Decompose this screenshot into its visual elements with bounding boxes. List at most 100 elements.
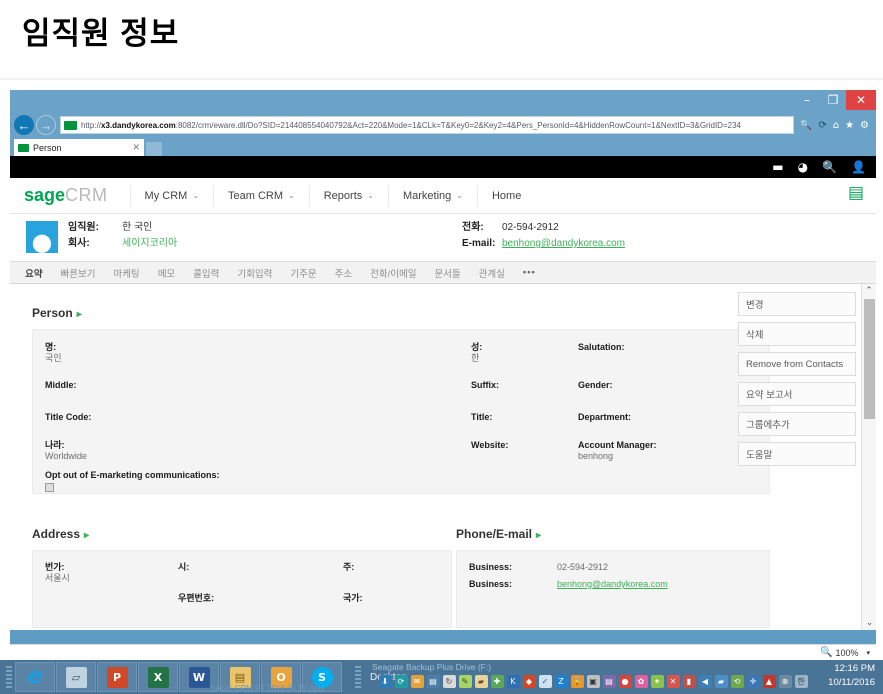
opt-out-checkbox[interactable] (45, 483, 54, 492)
taskbar-notepad[interactable]: ▱ (56, 662, 96, 692)
zoom-control[interactable]: 🔍 100% ▾ (820, 647, 870, 658)
nav-item-reports[interactable]: Reports ⌄ (308, 184, 388, 207)
network-icon[interactable]: ▰ (714, 674, 728, 688)
tab-notes[interactable]: 메모 (149, 266, 184, 280)
printer-icon[interactable]: ▤ (602, 674, 616, 688)
taskbar-grip[interactable] (6, 666, 12, 688)
leaf-icon[interactable]: ✦ (650, 674, 664, 688)
browser-titlebar: – ❐ ✕ (10, 90, 876, 112)
tab-call-entry[interactable]: 콜입력 (184, 266, 228, 280)
volume-icon[interactable]: ◀ (698, 674, 712, 688)
address-input[interactable]: http://x3.dandykorea.com:8082/crm/eware.… (60, 116, 794, 134)
field-business-email-value: benhong@dandykorea.com (557, 579, 668, 590)
new-record-icon[interactable]: ▤ (848, 185, 864, 202)
favorites-star-icon[interactable]: ★ (845, 120, 854, 131)
nav-item-my-crm[interactable]: My CRM ⌄ (129, 184, 213, 207)
tab-address[interactable]: 주소 (326, 266, 361, 280)
back-button[interactable]: ← (14, 115, 34, 135)
user-icon[interactable]: 👤 (851, 161, 866, 173)
search-icon[interactable]: 🔍 (822, 161, 837, 173)
taskbar-excel[interactable]: X (138, 662, 178, 692)
alert-icon[interactable]: ▲ (762, 674, 776, 688)
app-icon-z[interactable]: Z (554, 674, 568, 688)
windows-taskbar: e ▱ P X W ▤ O S Desktop Seagate Backup P… (0, 660, 883, 694)
search-icon[interactable]: 🔍 (800, 120, 812, 131)
field-label: Gender: (578, 380, 613, 390)
gear-icon[interactable]: ⚙ (860, 120, 869, 131)
summary-report-button[interactable]: 요약 보고서 (738, 382, 856, 406)
restore-button[interactable]: ❐ (820, 90, 846, 110)
change-button[interactable]: 변경 (738, 292, 856, 316)
tab-close-icon[interactable]: ✕ (132, 142, 140, 153)
action-center-icon[interactable]: ✛ (746, 674, 760, 688)
shield-icon[interactable]: ✚ (490, 674, 504, 688)
expand-arrow-icon[interactable]: ▸ (84, 530, 89, 541)
sage-crm-logo: sageCRM (24, 185, 108, 206)
expand-arrow-icon[interactable]: ▸ (77, 309, 82, 320)
bars-icon[interactable]: ▮ (682, 674, 696, 688)
tab-documents[interactable]: 문서들 (425, 266, 469, 280)
tab-more[interactable]: ••• (514, 267, 545, 278)
sync2-icon[interactable]: ⟲ (730, 674, 744, 688)
taskbar-internet-explorer[interactable]: e (15, 662, 55, 692)
record-icon[interactable]: ● (618, 674, 632, 688)
download-icon[interactable]: ⬇ (378, 674, 392, 688)
tab-relationships[interactable]: 관계실 (470, 266, 514, 280)
tab-marketing[interactable]: 마케팅 (104, 266, 148, 280)
note-icon[interactable]: ▰ (474, 674, 488, 688)
forward-button[interactable]: → (36, 115, 56, 135)
check-icon[interactable]: ✓ (538, 674, 552, 688)
new-tab-button[interactable] (146, 142, 162, 156)
browser-tab-person[interactable]: Person ✕ (14, 139, 144, 156)
company-link[interactable]: 세이지코리아 (122, 237, 177, 250)
vertical-scrollbar[interactable]: ⌃ ⌄ (861, 284, 876, 630)
add-to-group-button[interactable]: 그룹에추가 (738, 412, 856, 436)
nav-item-home[interactable]: Home (476, 184, 535, 207)
ime-korean-icon[interactable]: 한 (794, 674, 808, 688)
scrollbar-thumb[interactable] (864, 299, 875, 419)
nav-item-team-crm[interactable]: Team CRM ⌄ (213, 184, 309, 207)
cancel-icon[interactable]: ⊗ (778, 674, 792, 688)
help-button[interactable]: 도움말 (738, 442, 856, 466)
nav-label: Home (491, 189, 522, 202)
tab-opportunity-entry[interactable]: 기회입력 (228, 266, 281, 280)
field-middle: Middle: (45, 380, 77, 391)
sync-icon[interactable]: ⟳ (394, 674, 408, 688)
page-title: 임직원 정보 (22, 16, 180, 51)
flame-icon[interactable]: ◆ (522, 674, 536, 688)
scroll-down-icon[interactable]: ⌄ (862, 616, 876, 630)
app-icon-k[interactable]: K (506, 674, 520, 688)
email-link[interactable]: benhong@dandykorea.com (557, 579, 668, 590)
remove-from-contacts-button[interactable]: Remove from Contacts (738, 352, 856, 376)
chevron-down-icon[interactable]: ▾ (866, 649, 870, 657)
panel-title-text: Address (32, 527, 81, 541)
summary-row-phone: 전화: 02-594-2912 (462, 221, 625, 234)
delete-button[interactable]: 삭제 (738, 322, 856, 346)
pen-icon[interactable]: ✎ (458, 674, 472, 688)
refresh-icon[interactable]: ↻ (442, 674, 456, 688)
lock-icon[interactable]: 🔒 (570, 674, 584, 688)
email-link[interactable]: benhong@dandykorea.com (502, 237, 625, 250)
field-label: Middle: (45, 380, 77, 390)
minimize-button[interactable]: – (794, 90, 820, 110)
close-button[interactable]: ✕ (846, 90, 876, 110)
flower-icon[interactable]: ✿ (634, 674, 648, 688)
chat-icon[interactable]: ▬ (772, 161, 783, 173)
expand-arrow-icon[interactable]: ▸ (536, 530, 541, 541)
taskbar-powerpoint[interactable]: P (97, 662, 137, 692)
home-icon[interactable]: ⌂ (833, 120, 839, 131)
tab-quickview[interactable]: 빠른보기 (51, 266, 104, 280)
refresh-icon[interactable]: ⟳ (818, 120, 826, 131)
tab-orders[interactable]: 기주문 (281, 266, 325, 280)
save-icon[interactable]: ▤ (426, 674, 440, 688)
tab-summary[interactable]: 요약 (16, 266, 51, 280)
clock-icon[interactable]: ◕ (798, 161, 808, 173)
scroll-up-icon[interactable]: ⌃ (862, 284, 876, 298)
nav-item-marketing[interactable]: Marketing ⌄ (387, 184, 477, 207)
taskbar-clock[interactable]: 12:16 PM 10/11/2016 (828, 662, 875, 690)
bag-icon[interactable]: ▣ (586, 674, 600, 688)
tab-phone-email[interactable]: 전화/이메일 (361, 266, 425, 280)
close-x-icon[interactable]: ✕ (666, 674, 680, 688)
field-value: 국인 (45, 353, 62, 363)
mail-icon[interactable]: ✉ (410, 674, 424, 688)
